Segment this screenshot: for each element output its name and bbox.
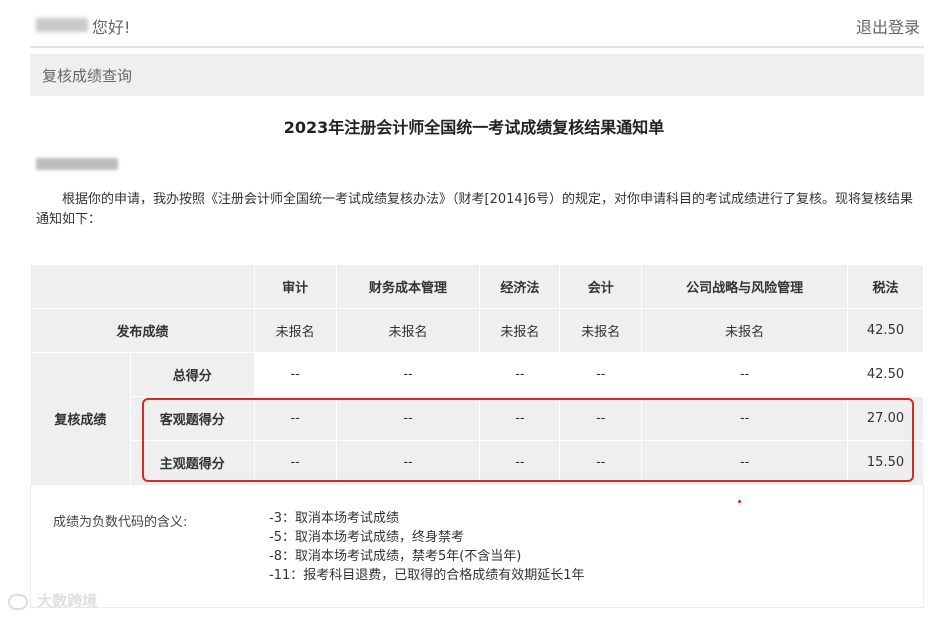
table-cell: -- (253, 396, 337, 441)
table-cell: 未报名 (479, 308, 561, 353)
table-cell: -- (641, 352, 848, 397)
header-cell: 经济法 (479, 264, 561, 309)
list-item: -11：报考科目退费，已取得的合格成绩有效期延长1年 (269, 568, 585, 583)
section-bar: 复核成绩查询 (30, 54, 924, 96)
table-cell: -- (335, 396, 481, 441)
table-cell: -- (335, 352, 481, 397)
table-cell: -- (253, 440, 337, 485)
header-row: 审计 财务成本管理 经济法 会计 公司战略与风险管理 税法 (30, 264, 924, 309)
table-cell: -- (641, 440, 848, 485)
notice-body: 根据你的申请，我办按照《注册会计师全国统一考试成绩复核办法》（财考[2014]6… (36, 192, 913, 227)
table-cell: 未报名 (641, 308, 848, 353)
table-cell: 未报名 (559, 308, 643, 353)
header-cell: 税法 (847, 264, 924, 309)
watermark: 大数跨境 (8, 590, 97, 611)
table-cell: 27.00 (847, 396, 924, 441)
list-item: -5：取消本场考试成绩，终身禁考 (269, 530, 464, 545)
table-cell: 未报名 (335, 308, 481, 353)
greeting: 您好! (92, 18, 131, 37)
notice-title: 2023年注册会计师全国统一考试成绩复核结果通知单 (283, 118, 665, 137)
table-cell: -- (559, 440, 643, 485)
table-cell: -- (479, 396, 561, 441)
table-cell: 42.50 (847, 308, 924, 353)
table-cell: 15.50 (847, 440, 924, 485)
review-label: 复核成绩 (30, 352, 131, 485)
score-table: 审计 财务成本管理 经济法 会计 公司战略与风险管理 税法 发布成绩 未报名 未… (30, 264, 924, 485)
user-name-blurred (36, 18, 88, 32)
table-cell: -- (253, 352, 337, 397)
header-cell: 公司战略与风险管理 (641, 264, 848, 309)
table-row: 复核成绩 总得分 -- -- -- -- -- 42.50 (30, 352, 924, 485)
header-divider (30, 46, 924, 48)
table-cell: 未报名 (253, 308, 337, 353)
logout-link[interactable]: 退出登录 (856, 14, 920, 38)
table-cell: -- (335, 440, 481, 485)
watermark-logo-icon (8, 593, 28, 610)
header-cell: 财务成本管理 (335, 264, 481, 309)
notes-label: 成绩为负数代码的含义: (53, 515, 188, 530)
red-dot (738, 500, 741, 503)
table-cell: -- (479, 352, 561, 397)
top-bar: 您好! 退出登录 (0, 0, 948, 48)
header-corner (30, 264, 255, 309)
notes-list: -3：取消本场考试成绩 -5：取消本场考试成绩，终身禁考 -8：取消本场考试成绩… (269, 509, 585, 585)
salutation-blurred (36, 158, 118, 170)
watermark-text: 大数跨境 (37, 592, 98, 610)
subjective-label: 主观题得分 (129, 440, 255, 485)
notes-box: 成绩为负数代码的含义: -3：取消本场考试成绩 -5：取消本场考试成绩，终身禁考… (30, 484, 924, 608)
list-item: -8：取消本场考试成绩，禁考5年(不含当年) (269, 549, 522, 564)
objective-label: 客观题得分 (129, 396, 255, 441)
table-row: 客观题得分 -- -- -- -- -- 27.00 (31, 396, 924, 441)
header-cell: 审计 (253, 264, 337, 309)
table-row: 发布成绩 未报名 未报名 未报名 未报名 未报名 42.50 (30, 308, 924, 353)
total-label: 总得分 (129, 352, 255, 397)
list-item: -3：取消本场考试成绩 (269, 511, 399, 526)
published-label: 发布成绩 (30, 308, 255, 353)
table-row: 主观题得分 -- -- -- -- -- 15.50 (31, 440, 924, 485)
table-cell: -- (479, 440, 561, 485)
section-title: 复核成绩查询 (42, 67, 133, 85)
table-cell: -- (559, 352, 643, 397)
table-cell: -- (559, 396, 643, 441)
header-cell: 会计 (559, 264, 643, 309)
table-cell: -- (641, 396, 848, 441)
table-cell: 42.50 (847, 352, 924, 397)
